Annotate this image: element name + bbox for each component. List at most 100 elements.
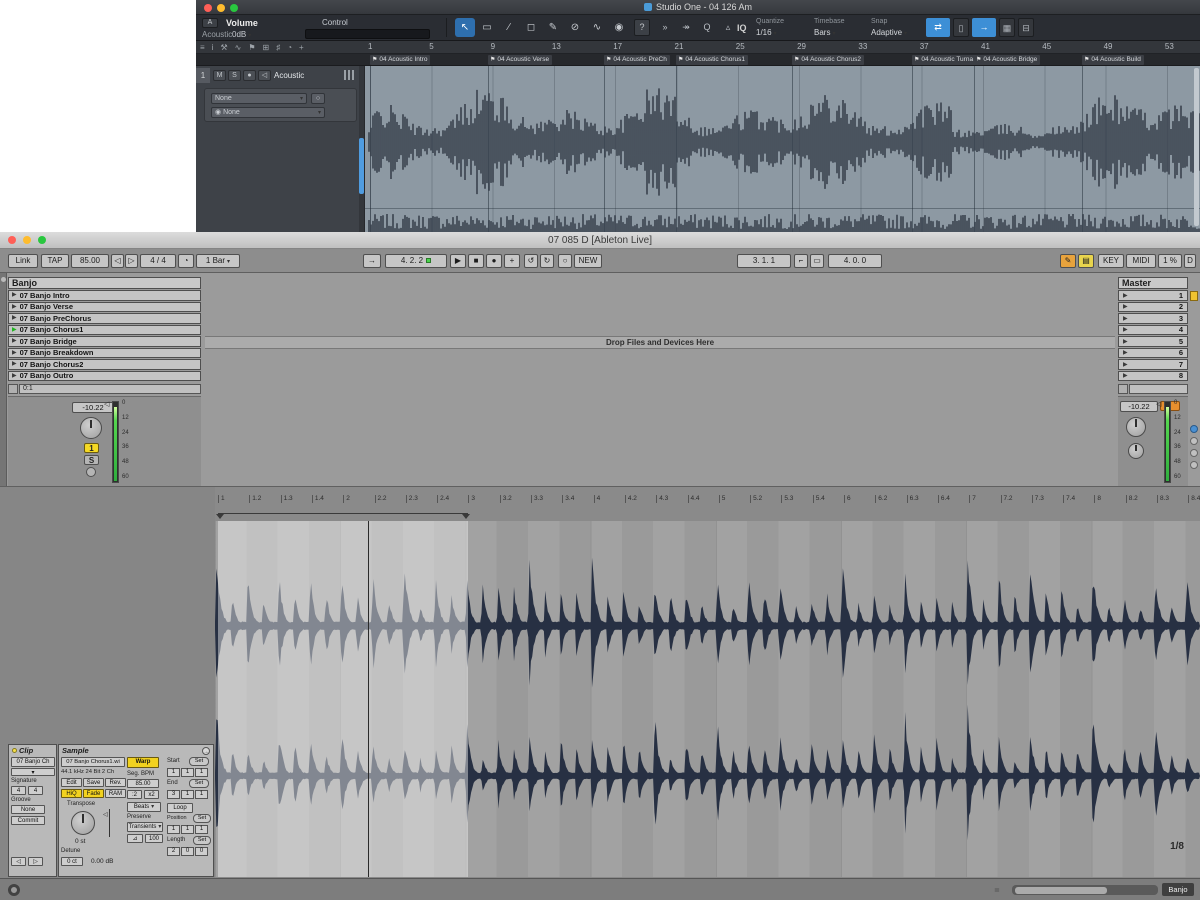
- track-size-button[interactable]: ▯: [953, 18, 969, 37]
- key-map-button[interactable]: KEY: [1098, 254, 1124, 268]
- start-sixteenths[interactable]: 1: [195, 768, 208, 777]
- length-beats[interactable]: 0: [181, 847, 194, 856]
- master-stop-icon[interactable]: [1118, 384, 1128, 394]
- tempo-field[interactable]: 85.00: [71, 254, 109, 268]
- link-toggle[interactable]: Link: [8, 254, 38, 268]
- clip-gain-slider[interactable]: ◁: [105, 809, 113, 837]
- length-set-button[interactable]: Set: [193, 836, 211, 845]
- start-set-button[interactable]: Set: [189, 757, 209, 766]
- ram-toggle[interactable]: RAM: [105, 789, 126, 798]
- clip-slot[interactable]: ▶07 Banjo Verse: [8, 302, 201, 313]
- position-bars[interactable]: 1: [167, 825, 180, 834]
- clip-slot[interactable]: ▶07 Banjo Intro: [8, 290, 201, 301]
- output-select[interactable]: ◉ None▾: [211, 107, 325, 118]
- wrench-icon[interactable]: ⚒: [220, 43, 227, 52]
- follow-playhead-toggle[interactable]: →: [972, 18, 996, 37]
- edit-button[interactable]: Edit: [61, 778, 82, 787]
- record-arm-button[interactable]: ●: [243, 70, 256, 81]
- clip-slot[interactable]: ▶07 Banjo PreChorus: [8, 313, 201, 324]
- position-set-button[interactable]: Set: [193, 814, 211, 823]
- pan-knob[interactable]: [80, 417, 102, 439]
- timeline-ruler[interactable]: ≡i⚒∿⚑⊞♯◔+ 1591317212529333741454953: [196, 41, 1200, 54]
- split-tool[interactable]: ∕: [499, 18, 519, 37]
- session-record-button[interactable]: ○: [558, 254, 572, 268]
- follow-toggle[interactable]: →: [363, 254, 381, 268]
- clip-slot[interactable]: ▶07 Banjo Breakdown: [8, 348, 201, 359]
- position-sixteenths[interactable]: 1: [195, 825, 208, 834]
- arrangement-marker[interactable]: 04 Acoustic Chorus1: [676, 55, 748, 65]
- warp-mode-select[interactable]: Beats▾: [127, 802, 161, 812]
- clip-play-icon[interactable]: ▶: [12, 304, 17, 310]
- end-beats[interactable]: 1: [181, 790, 194, 799]
- groove-select[interactable]: None: [11, 805, 45, 814]
- io-section-toggle[interactable]: [1190, 425, 1198, 433]
- mute-tool[interactable]: ⊘: [565, 18, 585, 37]
- master-volume-display[interactable]: -10.22: [1120, 401, 1158, 412]
- scene-slot[interactable]: ▶2: [1118, 302, 1188, 313]
- paint-tool[interactable]: ✎: [543, 18, 563, 37]
- length-bars[interactable]: 2: [167, 847, 180, 856]
- clip-active-led[interactable]: [12, 748, 17, 753]
- track-activator[interactable]: 1: [84, 443, 99, 453]
- vertical-scrollbar-thumb[interactable]: [359, 138, 364, 194]
- track-stop-icon[interactable]: [8, 384, 18, 394]
- sends-section-toggle[interactable]: [1190, 437, 1198, 445]
- seg-bpm-field[interactable]: 85.00: [127, 779, 159, 788]
- mixer-view-button[interactable]: ⊟: [1018, 18, 1034, 37]
- scene-play-icon[interactable]: ▶: [1123, 372, 1128, 379]
- autoscroll-icon[interactable]: ↠: [677, 18, 695, 37]
- signature-numerator[interactable]: 4: [11, 786, 26, 795]
- range-tool[interactable]: ▭: [477, 18, 497, 37]
- loop-brace[interactable]: [218, 513, 468, 519]
- snap-dropdown[interactable]: Adaptive▾: [871, 28, 907, 37]
- loop-toggle[interactable]: Loop: [167, 803, 193, 813]
- scene-slot[interactable]: ▶5: [1118, 336, 1188, 347]
- scene-play-icon[interactable]: ▶: [1123, 361, 1128, 368]
- studio-one-titlebar[interactable]: Studio One - 04 126 Am: [196, 0, 1200, 15]
- master-title[interactable]: Master: [1118, 277, 1188, 289]
- returns-section-toggle[interactable]: [1190, 449, 1198, 457]
- scene-play-icon[interactable]: ▶: [1123, 349, 1128, 356]
- scene-play-icon[interactable]: ▶: [1123, 338, 1128, 345]
- scene-play-icon[interactable]: ▶: [1123, 303, 1128, 310]
- keyboard-map-icon[interactable]: ▤: [1078, 254, 1094, 268]
- nudge-down-button[interactable]: ◁: [111, 254, 124, 268]
- warp-toggle[interactable]: Warp: [127, 757, 159, 768]
- automation-arm-button[interactable]: ↺: [524, 254, 538, 268]
- metronome-icon[interactable]: ▵: [719, 18, 737, 37]
- position-beats[interactable]: 1: [181, 825, 194, 834]
- sample-waveform-display[interactable]: [215, 521, 1200, 877]
- bend-tool[interactable]: ∿: [587, 18, 607, 37]
- metronome-toggle[interactable]: ◔: [178, 254, 194, 268]
- arrangement-marker[interactable]: 04 Acoustic Turna: [912, 55, 976, 65]
- panel-expand-icon[interactable]: →: [202, 747, 210, 755]
- signature-denominator[interactable]: 4: [28, 786, 43, 795]
- time-signature-field[interactable]: 4 / 4: [140, 254, 176, 268]
- clip-color-dropdown[interactable]: ▾: [11, 768, 55, 776]
- link-cursors-toggle[interactable]: ⇄: [926, 18, 950, 37]
- playhead[interactable]: [368, 521, 369, 877]
- scene-play-icon[interactable]: ▶: [1123, 326, 1128, 333]
- clip-slot[interactable]: ▶07 Banjo Bridge: [8, 336, 201, 347]
- clip-slot[interactable]: ▶07 Banjo Outro: [8, 371, 201, 382]
- arrangement-position-display[interactable]: 4. 2. 2: [385, 254, 447, 268]
- detune-field[interactable]: 0 ct: [61, 857, 83, 866]
- grid-options-button[interactable]: ▦: [999, 18, 1015, 37]
- solo-button[interactable]: S: [84, 455, 99, 465]
- eraser-tool[interactable]: ◻: [521, 18, 541, 37]
- arrangement-marker[interactable]: 04 Acoustic Intro: [370, 55, 430, 65]
- arrangement-marker[interactable]: 04 Acoustic Bridge: [974, 55, 1040, 65]
- clip-slot[interactable]: ▶07 Banjo Chorus1: [8, 325, 201, 336]
- scene-slot[interactable]: ▶3: [1118, 313, 1188, 324]
- arm-button[interactable]: [86, 467, 96, 477]
- timebase-dropdown[interactable]: Bars▾: [814, 28, 835, 37]
- clip-play-icon[interactable]: ▶: [12, 361, 17, 367]
- control-link-display[interactable]: [305, 29, 430, 39]
- listen-tool[interactable]: ◉: [609, 18, 629, 37]
- overview-toggle[interactable]: [1190, 291, 1198, 301]
- end-sixteenths[interactable]: 1: [195, 790, 208, 799]
- end-bars[interactable]: 3: [167, 790, 180, 799]
- quantize-dropdown[interactable]: 1/16▾: [756, 28, 777, 37]
- arrangement-marker[interactable]: 04 Acoustic Verse: [488, 55, 552, 65]
- fade-toggle[interactable]: Fade: [83, 789, 104, 798]
